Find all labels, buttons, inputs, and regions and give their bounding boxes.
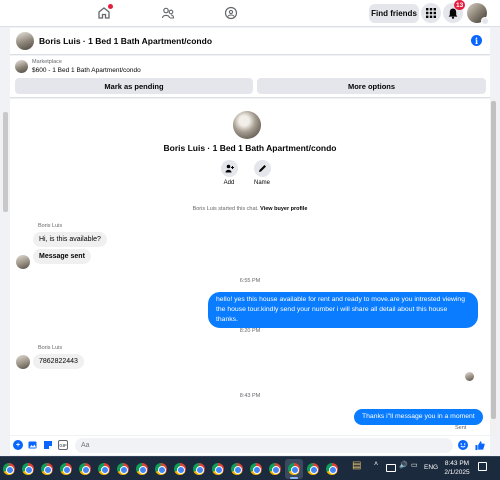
- contact-avatar[interactable]: [16, 32, 34, 50]
- taskbar-browser-chrome-icon[interactable]: [228, 459, 246, 479]
- taskbar-clock[interactable]: 8:43 PM 2/1/2025: [442, 459, 472, 477]
- taskbar-browser-chrome-icon[interactable]: [0, 459, 18, 479]
- top-navigation-bar: Find friends 13: [0, 0, 500, 27]
- taskbar-browser-chrome-icon[interactable]: [57, 459, 75, 479]
- groups-icon[interactable]: [222, 4, 240, 22]
- friends-icon[interactable]: [159, 4, 177, 22]
- show-hidden-icons-chevron-icon[interactable]: ˄: [374, 461, 378, 468]
- thread-scrollbar[interactable]: [490, 99, 497, 435]
- timestamp: 8:43 PM: [239, 393, 261, 399]
- incoming-message[interactable]: 7862822443: [33, 354, 84, 369]
- notification-badge: 13: [454, 0, 466, 10]
- seen-avatar: [465, 372, 474, 381]
- outgoing-message[interactable]: hello! yes this house available for rent…: [208, 292, 478, 328]
- info-icon[interactable]: i: [471, 35, 482, 46]
- volume-icon[interactable]: 🔊: [399, 461, 408, 469]
- taskbar-browser-chrome-icon[interactable]: [323, 459, 341, 479]
- account-chevron-icon[interactable]: [481, 17, 489, 25]
- timestamp: 6:55 PM: [239, 278, 261, 284]
- taskbar-browser-chrome-icon[interactable]: [95, 459, 113, 479]
- profile-name: Boris Luis · 1 Bed 1 Bath Apartment/cond…: [163, 143, 337, 153]
- taskbar-browser-chrome-icon[interactable]: [152, 459, 170, 479]
- taskbar-browser-chrome-icon[interactable]: [190, 459, 208, 479]
- chat-title[interactable]: Boris Luis · 1 Bed 1 Bath Apartment/cond…: [39, 36, 212, 46]
- left-scroll-indicator[interactable]: [3, 112, 8, 212]
- sticker-icon[interactable]: [43, 440, 53, 450]
- view-buyer-profile-link[interactable]: View buyer profile: [260, 206, 307, 212]
- sender-avatar[interactable]: [16, 255, 30, 269]
- taskbar-browser-chrome-icon[interactable]: [19, 459, 37, 479]
- notifications-center-icon[interactable]: [478, 462, 487, 471]
- mark-as-pending-button[interactable]: Mark as pending: [15, 78, 253, 94]
- taskbar-browser-chrome-icon[interactable]: [114, 459, 132, 479]
- home-notification-dot: [108, 4, 113, 9]
- taskbar-browser-chrome-icon[interactable]: [171, 459, 189, 479]
- incoming-message[interactable]: Message sent: [33, 249, 91, 264]
- language-indicator[interactable]: ENG: [424, 464, 438, 471]
- started-text: Boris Luis started this chat.: [192, 206, 259, 212]
- sender-name: Boris Luis: [38, 345, 63, 351]
- timestamp: 8:20 PM: [239, 328, 261, 334]
- home-icon[interactable]: [95, 4, 113, 22]
- message-input[interactable]: [75, 438, 453, 453]
- windows-taskbar: ▤ ˄ 🔊 ▭ ENG 8:43 PM 2/1/2025: [0, 456, 500, 480]
- menu-grid-icon[interactable]: [421, 3, 441, 23]
- message-status: Sent: [455, 425, 467, 431]
- chat-header: Boris Luis · 1 Bed 1 Bath Apartment/cond…: [10, 28, 490, 55]
- outgoing-message[interactable]: Thanks i"ll message you in a moment: [354, 409, 483, 425]
- chat-started-notice: Boris Luis started this chat. View buyer…: [100, 206, 400, 212]
- taskbar-browser-chrome-icon-active[interactable]: [285, 459, 303, 479]
- taskbar-browser-chrome-icon[interactable]: [76, 459, 94, 479]
- add-person-icon[interactable]: [220, 160, 238, 177]
- taskbar-browser-chrome-icon[interactable]: [209, 459, 227, 479]
- profile-picture[interactable]: [233, 111, 261, 139]
- sender-avatar[interactable]: [16, 355, 30, 369]
- name-action[interactable]: Name: [247, 160, 277, 186]
- pencil-icon[interactable]: [253, 160, 271, 177]
- taskbar-browser-chrome-icon[interactable]: [247, 459, 265, 479]
- gif-icon[interactable]: GIF: [58, 440, 68, 450]
- like-icon[interactable]: [475, 440, 485, 450]
- active-indicator: [290, 477, 298, 479]
- incoming-message[interactable]: Hi, is this available?: [33, 232, 107, 247]
- taskbar-browser-chrome-icon[interactable]: [38, 459, 56, 479]
- image-icon[interactable]: [28, 440, 38, 450]
- listing-thumbnail[interactable]: [15, 60, 28, 73]
- marketplace-label: Marketplace: [32, 59, 62, 65]
- listing-title[interactable]: $600 - 1 Bed 1 Bath Apartment/condo: [32, 67, 141, 74]
- emoji-icon[interactable]: [458, 440, 468, 450]
- taskbar-browser-chrome-icon[interactable]: [304, 459, 322, 479]
- marketplace-listing-bar: Marketplace $600 - 1 Bed 1 Bath Apartmen…: [10, 56, 490, 98]
- battery-icon[interactable]: ▭: [411, 461, 418, 469]
- sender-name: Boris Luis: [38, 223, 63, 229]
- more-options-button[interactable]: More options: [257, 78, 486, 94]
- add-action[interactable]: Add: [214, 160, 244, 186]
- find-friends-button[interactable]: Find friends: [369, 4, 419, 23]
- clock-date: 2/1/2025: [444, 469, 470, 476]
- network-icon[interactable]: [386, 464, 396, 472]
- taskbar-browser-chrome-icon[interactable]: [266, 459, 284, 479]
- name-label: Name: [253, 180, 270, 186]
- plus-icon[interactable]: +: [13, 440, 23, 450]
- add-label: Add: [223, 180, 235, 186]
- weather-icon[interactable]: ▤: [352, 460, 361, 471]
- taskbar-browser-chrome-icon[interactable]: [133, 459, 151, 479]
- scrollbar-thumb[interactable]: [491, 101, 496, 419]
- message-composer: + GIF: [10, 436, 490, 455]
- clock-time: 8:43 PM: [444, 460, 470, 467]
